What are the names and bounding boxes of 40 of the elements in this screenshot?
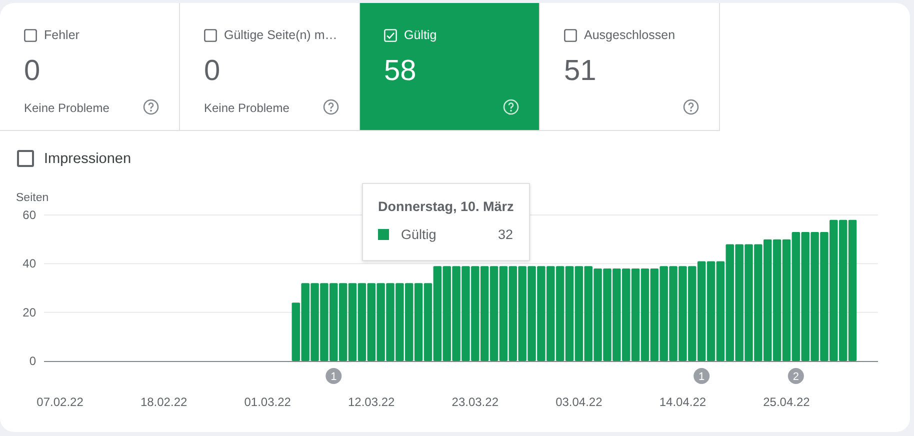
tab-value: 0 bbox=[204, 55, 222, 87]
checkbox[interactable] bbox=[564, 28, 577, 42]
checkbox[interactable] bbox=[17, 150, 34, 167]
tab-note: Keine Probleme bbox=[204, 101, 290, 115]
axis-title: Seiten bbox=[16, 192, 49, 204]
annotation-marker[interactable]: 2 bbox=[788, 368, 804, 384]
x-tick-label: 25.04.22 bbox=[763, 395, 810, 409]
series-name: Gültig bbox=[401, 227, 438, 242]
annotation-marker[interactable]: 1 bbox=[326, 368, 342, 384]
x-tick-label: 18.02.22 bbox=[140, 395, 188, 409]
tab-label: Ausgeschlossen bbox=[584, 28, 676, 42]
help-icon[interactable] bbox=[143, 99, 159, 115]
series-value: 32 bbox=[498, 227, 513, 242]
tab-label: Gültige Seite(n) m… bbox=[224, 28, 338, 42]
status-tab[interactable]: Ausgeschlossen 51 bbox=[540, 3, 720, 130]
status-tab[interactable]: Fehler 0 Keine Probleme bbox=[0, 3, 180, 130]
checkbox[interactable] bbox=[24, 28, 37, 42]
help-icon[interactable] bbox=[323, 99, 339, 115]
checkbox[interactable] bbox=[204, 28, 217, 42]
x-tick-label: 12.03.22 bbox=[348, 395, 395, 409]
tab-label: Gültig bbox=[404, 28, 437, 42]
help-icon[interactable] bbox=[683, 99, 699, 115]
x-tick-label: 23.03.22 bbox=[452, 395, 498, 409]
bar bbox=[292, 302, 300, 361]
y-tick-label: 0 bbox=[29, 354, 36, 368]
y-tick-label: 60 bbox=[22, 208, 36, 222]
y-tick-label: 40 bbox=[22, 256, 36, 271]
x-tick-label: 14.04.22 bbox=[659, 395, 706, 409]
x-tick-label: 03.04.22 bbox=[556, 395, 602, 409]
tooltip-title: Donnerstag, 10. März bbox=[378, 199, 513, 214]
tab-value: 51 bbox=[564, 55, 598, 87]
tab-note: Keine Probleme bbox=[24, 101, 110, 115]
tab-label: Fehler bbox=[44, 28, 80, 42]
x-tick-label: 07.02.22 bbox=[36, 395, 84, 409]
tab-value: 0 bbox=[24, 55, 42, 87]
y-tick-label: 20 bbox=[22, 305, 36, 320]
checkbox-label: Impressionen bbox=[44, 150, 132, 166]
annotation-marker[interactable]: 1 bbox=[694, 368, 710, 384]
tab-value: 58 bbox=[384, 55, 418, 87]
x-tick-label: 01.03.22 bbox=[244, 395, 291, 409]
